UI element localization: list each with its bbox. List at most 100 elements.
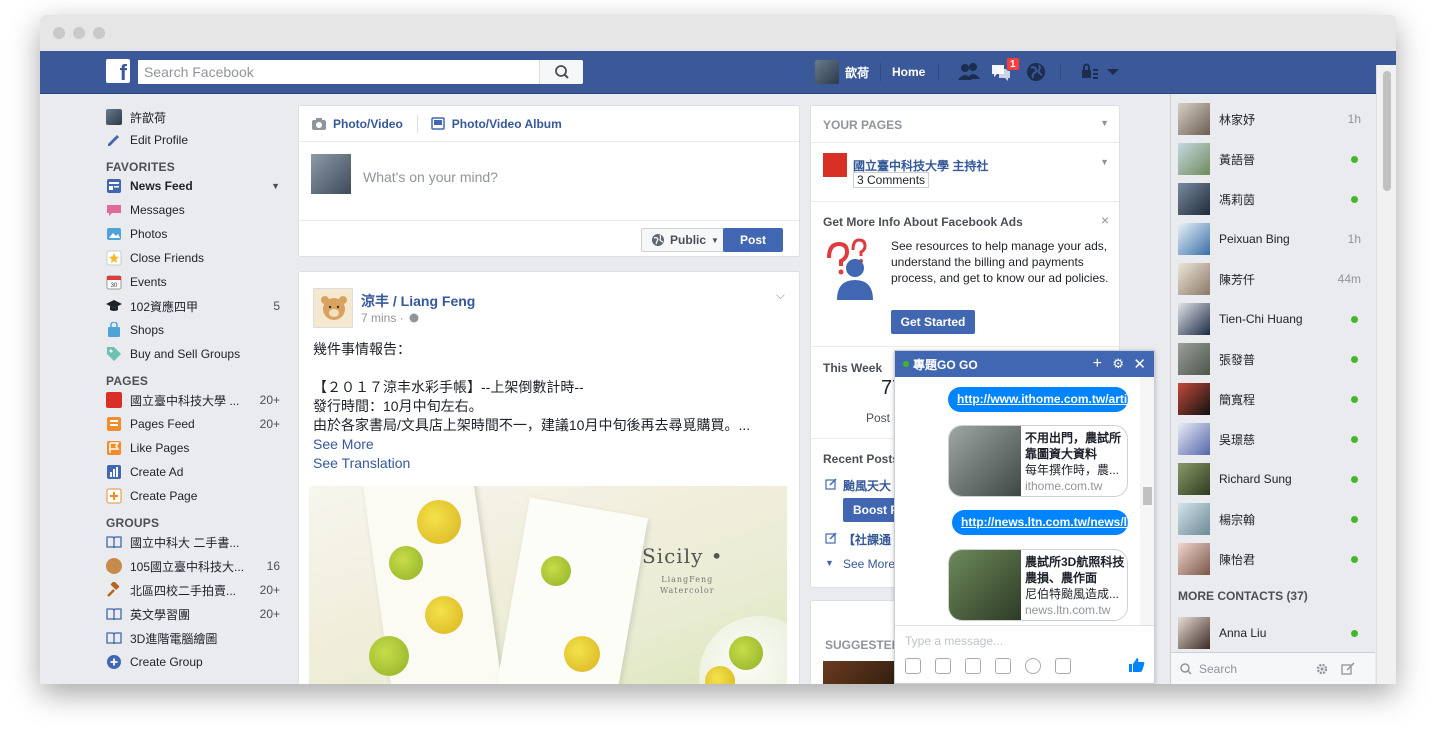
window-zoom-dot[interactable] [93,27,105,39]
message-link[interactable]: http://www.ithome.com.tw/article/98067 [957,392,1140,406]
nav-pages-feed[interactable]: Pages Feed 20+ [106,412,286,436]
link-preview[interactable]: 農試所3D航照科技 農損、農作面 尼伯特颱風造成... news.ltn.com… [948,549,1128,621]
nav-events[interactable]: 30 Events [106,270,286,294]
chat-sidebar: 林家妤 1h 黃語晉 馮莉茵 Peixuan Bing 1h 陳芳仟 44m T… [1170,94,1375,684]
friend-requests-icon[interactable] [957,61,981,83]
nav-profile[interactable]: 許歆荷 [106,106,286,128]
nav-group-105[interactable]: 105國立臺中科技大... 16 [106,554,286,578]
post-image[interactable]: Sicily • LiangFeng Watercolor [309,486,787,684]
nav-photos[interactable]: Photos [106,222,286,246]
contact-item[interactable]: 馮莉茵 [1171,179,1374,219]
contact-item[interactable]: 楊宗翰 [1171,499,1374,539]
contact-item[interactable]: Peixuan Bing 1h [1171,219,1374,259]
message-bubble[interactable]: http://news.ltn.com.tw/news/life/breakin… [952,510,1140,535]
contact-item[interactable]: 吳璟慈 [1171,419,1374,459]
post-button[interactable]: Post [723,228,783,252]
chat-window-header[interactable]: 專題GO GO + ⚙ ✕ [895,351,1154,377]
nav-page-taichung[interactable]: 國立臺中科技大學 ... 20+ [106,388,286,412]
composer-body[interactable]: What's on your mind? [299,142,799,220]
nav-group-3d[interactable]: 3D進階電腦繪圖 [106,626,286,650]
contact-item[interactable]: 陳怡君 [1171,539,1374,579]
post-author[interactable]: 涼丰 / Liang Feng [361,291,475,311]
nav-label: Buy and Sell Groups [130,347,241,361]
chevron-down-icon[interactable]: ▼ [1100,118,1109,128]
comments-badge[interactable]: 3 Comments [853,172,930,188]
nav-messages[interactable]: Messages [106,198,286,222]
add-person-icon[interactable]: + [1093,355,1102,373]
options-caret-icon[interactable]: ▼ [271,181,280,191]
post-options-chevron-icon[interactable]: ⌵ [776,288,785,303]
nav-close-friends[interactable]: Close Friends [106,246,286,270]
nav-news-feed[interactable]: News Feed ▼ [106,174,286,198]
see-more-link[interactable]: See More [843,557,895,571]
page-scrollbar[interactable] [1376,65,1396,684]
contact-item[interactable]: Anna Liu [1171,613,1374,653]
message-link[interactable]: http://news.ltn.com.tw/news/life/breakin… [961,515,1140,529]
sticker-icon[interactable] [965,658,981,674]
scrollbar-thumb[interactable] [1143,487,1152,505]
search-button[interactable] [539,60,583,84]
contact-item[interactable]: 張發普 [1171,339,1374,379]
avatar[interactable] [313,288,353,328]
link-preview[interactable]: 不用出門，農試所靠圖資大資料 每年撰作時，農... ithome.com.tw [948,425,1128,497]
tab-photo-album[interactable]: Photo/Video Album [430,117,562,131]
page-avatar-icon[interactable] [823,153,847,177]
gear-icon[interactable]: ⚙ [1112,356,1124,372]
facebook-logo-icon[interactable]: f [106,59,130,83]
thumbs-up-icon[interactable] [1128,656,1146,674]
nav-buy-sell[interactable]: Buy and Sell Groups [106,342,286,366]
nav-group-books[interactable]: 國立中科大 二手書... [106,530,286,554]
contact-item[interactable]: 黃語晉 [1171,139,1374,179]
attachment-icon[interactable] [1055,658,1071,674]
new-message-icon[interactable] [1341,661,1355,676]
page-avatar-icon [106,392,122,408]
see-more-link[interactable]: See More [313,435,787,454]
scrollbar-thumb[interactable] [1383,71,1391,191]
window-close-dot[interactable] [53,27,65,39]
globe-notifications-icon[interactable] [1025,61,1047,83]
camera-icon[interactable] [935,658,951,674]
recent-post-link[interactable]: 颱風天大 [843,477,891,494]
privacy-selector[interactable]: Public ▼ [641,228,729,252]
suggested-thumbnail[interactable] [823,661,903,684]
top-profile-link[interactable]: 歆荷 [815,60,869,84]
close-icon[interactable]: ✕ [1133,355,1146,373]
contact-item[interactable]: 陳芳仟 44m [1171,259,1374,299]
message-input[interactable]: Type a message... [905,634,1003,648]
post-time[interactable]: 7 mins · [361,311,404,325]
nav-group-102[interactable]: 102資應四甲 5 [106,294,286,318]
chat-scrollbar[interactable] [1140,377,1154,625]
gear-icon[interactable] [1315,662,1329,676]
nav-create-ad[interactable]: Create Ad [106,460,286,484]
nav-create-group[interactable]: Create Group [106,650,286,674]
photo-icon[interactable] [905,658,921,674]
contact-item[interactable]: 簡寬程 [1171,379,1374,419]
nav-create-page[interactable]: Create Page [106,484,286,508]
window-minimize-dot[interactable] [73,27,85,39]
privacy-shortcuts-icon[interactable] [1080,61,1100,83]
chat-title[interactable]: 專題GO GO [913,356,978,373]
chevron-down-icon[interactable] [1106,61,1120,83]
recent-post-link[interactable]: 【社課通 [843,531,891,548]
nav-group-auction[interactable]: 北區四校二手拍賣... 20+ [106,578,286,602]
search-input[interactable] [138,60,536,84]
nav-group-english[interactable]: 英文學習團 20+ [106,602,286,626]
contact-item[interactable]: Richard Sung [1171,459,1374,499]
composer-placeholder[interactable]: What's on your mind? [363,169,498,185]
nav-edit-profile[interactable]: Edit Profile [106,128,286,152]
get-started-button[interactable]: Get Started [891,310,975,334]
contact-item[interactable]: 林家妤 1h [1171,99,1374,139]
tab-photo-video[interactable]: Photo/Video [311,117,403,131]
chat-search-input[interactable]: Search [1199,662,1237,676]
gif-icon[interactable] [995,658,1011,674]
home-link[interactable]: Home [892,65,925,79]
contact-item[interactable]: Tien-Chi Huang [1171,299,1374,339]
nav-like-pages[interactable]: Like Pages [106,436,286,460]
chevron-down-icon[interactable]: ▼ [1100,157,1109,167]
emoji-icon[interactable] [1025,658,1041,674]
close-icon[interactable]: × [1101,212,1109,228]
message-bubble[interactable]: http://www.ithome.com.tw/article/98067 [948,387,1140,412]
see-translation-link[interactable]: See Translation [313,454,787,473]
chat-tools [905,658,1071,674]
nav-shops[interactable]: Shops [106,318,286,342]
